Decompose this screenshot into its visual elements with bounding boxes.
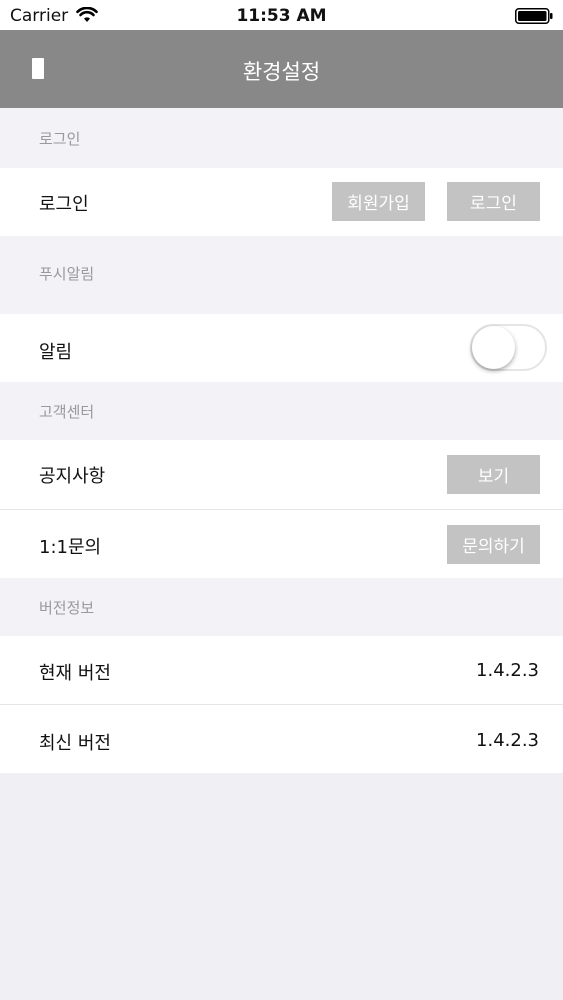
latest-version-value: 1.4.2.3 — [476, 730, 539, 751]
clock: 11:53 AM — [236, 6, 327, 26]
navigation-bar: 환경설정 — [0, 30, 563, 108]
page-title: 환경설정 — [242, 60, 321, 84]
latest-version-row: 최신 버전 1.4.2.3 — [0, 705, 563, 773]
section-header-label: 버전정보 — [39, 599, 95, 617]
row-label: 1:1문의 — [39, 537, 102, 558]
status-bar: Carrier 11:53 AM — [0, 0, 563, 30]
current-version-row: 현재 버전 1.4.2.3 — [0, 636, 563, 704]
signup-button[interactable]: 회원가입 — [332, 182, 425, 221]
row-label: 로그인 — [39, 194, 89, 215]
section-header-push: 푸시알림 — [0, 236, 563, 314]
login-button[interactable]: 로그인 — [447, 182, 540, 221]
row-label: 현재 버전 — [39, 663, 111, 684]
section-header-support: 고객센터 — [0, 382, 563, 440]
section-header-label: 로그인 — [39, 130, 81, 148]
inquiry-button[interactable]: 문의하기 — [447, 525, 540, 564]
section-header-label: 고객센터 — [39, 403, 95, 421]
section-header-login: 로그인 — [0, 108, 563, 168]
push-row: 알림 — [0, 314, 563, 382]
section-header-label: 푸시알림 — [39, 265, 95, 283]
notice-view-button[interactable]: 보기 — [447, 455, 540, 494]
notice-row: 공지사항 보기 — [0, 440, 563, 509]
current-version-value: 1.4.2.3 — [476, 660, 539, 681]
push-notification-toggle[interactable] — [470, 324, 547, 371]
row-label: 공지사항 — [39, 466, 106, 487]
battery-icon — [515, 8, 553, 24]
login-row: 로그인 회원가입 로그인 — [0, 168, 563, 236]
section-header-version: 버전정보 — [0, 578, 563, 636]
inquiry-row: 1:1문의 문의하기 — [0, 510, 563, 578]
toggle-knob — [472, 326, 515, 369]
row-label: 알림 — [39, 342, 73, 363]
row-label: 최신 버전 — [39, 733, 111, 754]
